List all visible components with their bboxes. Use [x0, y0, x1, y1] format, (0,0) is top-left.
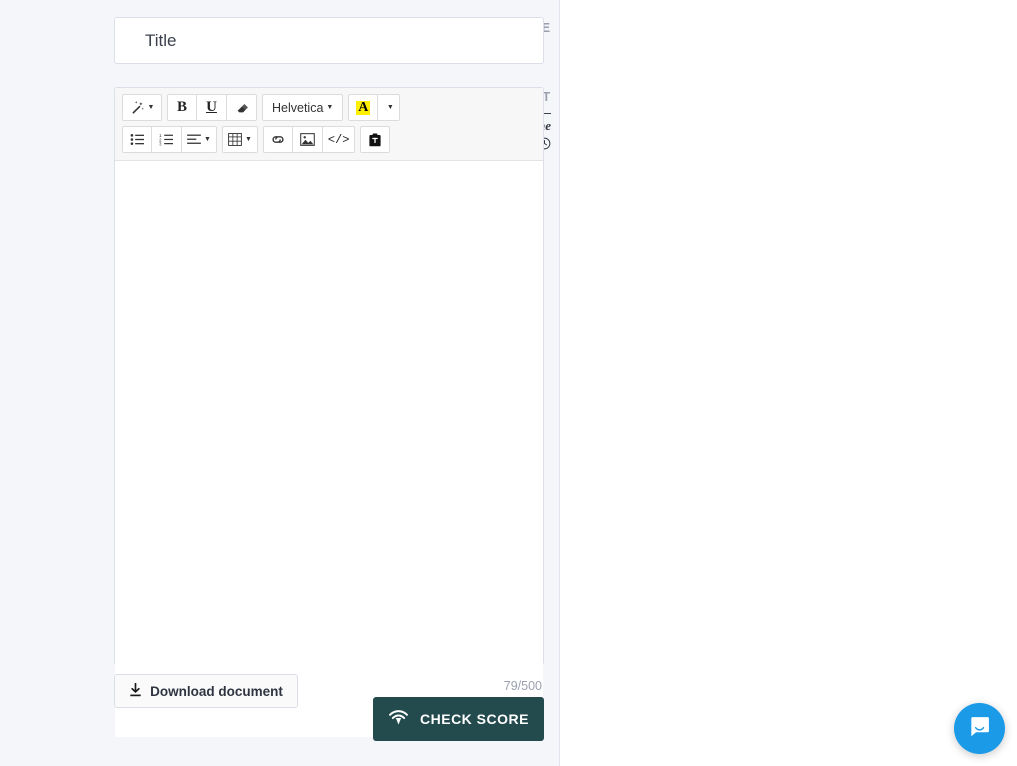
text-format-group: B U [167, 94, 257, 121]
seo-content-editor-app: TITLE CONTENT Reading time <1 min ▼ [0, 0, 1017, 766]
font-family-select[interactable]: Helvetica ▼ [262, 94, 344, 121]
code-label: </> [327, 132, 350, 147]
editor-toolbar: ▼ B U Helvetica ▼ A ▼ 1 2 3 ▼ ▼ </> [115, 88, 543, 161]
content-analysis-panel: 0 i CONTENT PERFORMANCE Target: 81 This … [560, 0, 1017, 766]
numbered-list-icon[interactable]: 123 [152, 126, 182, 153]
magic-caret-icon: ▼ [147, 104, 155, 111]
chevron-down-icon: ▼ [386, 104, 394, 111]
font-family-group: Helvetica ▼ [262, 94, 344, 121]
underline-button[interactable]: U [197, 94, 227, 121]
download-icon [129, 682, 142, 700]
table-caret-icon: ▼ [244, 136, 252, 143]
table-group: ▼ [221, 126, 258, 153]
list-group: 123 ▼ [122, 126, 217, 153]
paste-icon[interactable] [360, 126, 391, 153]
table-icon[interactable]: ▼ [221, 126, 258, 153]
editor-panel: TITLE CONTENT Reading time <1 min ▼ [0, 0, 560, 766]
font-caret-icon: ▼ [326, 104, 334, 111]
insert-group: </> [262, 126, 356, 153]
magic-wand-icon[interactable]: ▼ [122, 94, 162, 121]
highlight-color-button[interactable]: A [348, 94, 379, 121]
highlight-group: A ▼ [348, 94, 401, 121]
highlight-caret-button[interactable]: ▼ [378, 94, 401, 121]
align-icon[interactable]: ▼ [182, 126, 217, 153]
bullet-list-icon[interactable] [122, 126, 152, 153]
svg-text:3: 3 [159, 142, 162, 146]
bold-label: B [176, 99, 187, 115]
image-icon[interactable] [292, 126, 323, 153]
highlight-label: A [356, 99, 371, 115]
code-icon[interactable]: </> [322, 126, 356, 153]
magic-group: ▼ [122, 94, 162, 121]
eraser-icon[interactable] [227, 94, 257, 121]
underline-label: U [206, 99, 217, 115]
font-family-value: Helvetica [272, 100, 324, 115]
check-score-label: CHECK SCORE [420, 711, 529, 727]
character-count: 79/500 [503, 679, 542, 693]
paste-group [360, 126, 391, 153]
link-icon[interactable] [262, 126, 293, 153]
download-document-label: Download document [150, 683, 283, 699]
check-score-button[interactable]: CHECK SCORE [373, 697, 544, 741]
download-document-button[interactable]: Download document [114, 674, 298, 708]
title-input[interactable] [114, 17, 544, 64]
signal-icon [388, 709, 409, 729]
content-editable-area[interactable] [115, 161, 543, 737]
chat-icon [967, 714, 992, 744]
toolbar-row-1: ▼ B U Helvetica ▼ A ▼ [122, 94, 536, 121]
toolbar-row-2: 123 ▼ ▼ </> [122, 126, 536, 153]
content-editor: ▼ B U Helvetica ▼ A ▼ 1 2 3 ▼ ▼ </> [114, 87, 544, 737]
align-caret-icon: ▼ [204, 136, 211, 143]
bold-button[interactable]: B [167, 94, 197, 121]
chat-widget-button[interactable] [954, 703, 1005, 754]
